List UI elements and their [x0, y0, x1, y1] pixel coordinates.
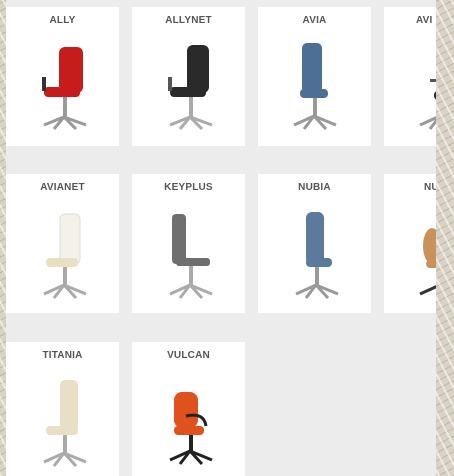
product-card-titania[interactable]: TITANIA	[6, 342, 119, 476]
office-chair-image	[295, 212, 339, 300]
office-chair-image	[293, 43, 337, 131]
product-card-allynet[interactable]: ALLYNET	[132, 7, 245, 146]
product-grid: ALLY ALLYNET AVIA AVI AVIANET KEYPLUS NU…	[6, 0, 436, 476]
office-chair-image	[169, 214, 213, 300]
product-card-vulcan[interactable]: VULCAN	[132, 342, 245, 476]
office-chair-image	[43, 380, 87, 468]
product-card-nu[interactable]: NU	[384, 174, 436, 313]
product-card-avi[interactable]: AVI	[384, 7, 436, 146]
product-card-ally[interactable]: ALLY	[6, 7, 119, 146]
office-chair-image	[42, 47, 87, 131]
product-card-avia[interactable]: AVIA	[258, 7, 371, 146]
office-chair-image	[419, 228, 436, 296]
product-card-keyplus[interactable]: KEYPLUS	[132, 174, 245, 313]
office-chair-image	[169, 392, 213, 466]
office-chair-image	[168, 45, 213, 131]
office-chair-image	[43, 213, 87, 300]
product-card-nubia[interactable]: NUBIA	[258, 174, 371, 313]
product-card-avianet[interactable]: AVIANET	[6, 174, 119, 313]
office-chair-image	[419, 79, 436, 130]
